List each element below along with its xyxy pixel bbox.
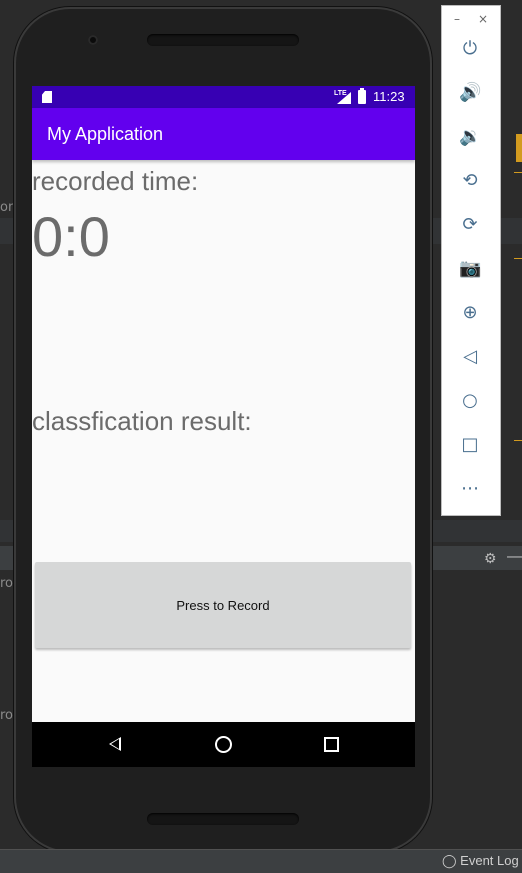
event-log-label: Event Log <box>460 853 519 868</box>
back-icon[interactable]: ◁ <box>459 346 481 368</box>
speaker-grille-bottom <box>147 813 299 825</box>
emulator-toolbar: – × ⏻ 🔊 🔉 ⟲ ⟳ 📷 ⊕ ◁ ○ □ ⋯ <box>441 5 501 516</box>
ide-clipped-text: ro <box>0 708 14 723</box>
volume-up-icon[interactable]: 🔊 <box>459 82 481 104</box>
sd-card-icon <box>42 91 52 103</box>
back-icon[interactable] <box>109 737 121 751</box>
minimize-button[interactable]: – <box>454 12 460 26</box>
speaker-grille-top <box>147 34 299 46</box>
home-icon[interactable]: ○ <box>459 390 481 412</box>
rotate-right-icon[interactable]: ⟳ <box>459 214 481 236</box>
status-bar: LTE 11:23 <box>32 86 415 108</box>
overview-icon[interactable] <box>324 737 339 752</box>
status-time: 11:23 <box>373 89 405 104</box>
app-bar: My Application <box>32 108 415 160</box>
navigation-bar <box>32 722 415 767</box>
device-screen: LTE 11:23 My Application recorded time: … <box>32 86 415 767</box>
zoom-icon[interactable]: ⊕ <box>459 302 481 324</box>
event-log-button[interactable]: ◯ Event Log <box>442 853 519 869</box>
battery-icon <box>358 88 366 104</box>
ide-marker <box>516 134 522 162</box>
home-icon[interactable] <box>215 736 232 753</box>
network-type: LTE <box>334 90 347 97</box>
volume-down-icon[interactable]: 🔉 <box>459 126 481 148</box>
app-title: My Application <box>47 124 164 144</box>
front-camera <box>88 35 98 45</box>
close-button[interactable]: × <box>478 12 488 26</box>
overview-icon[interactable]: □ <box>459 434 481 456</box>
recorded-time-label: recorded time: <box>32 166 199 196</box>
rotate-left-icon[interactable]: ⟲ <box>459 170 481 192</box>
ide-marker <box>514 440 522 441</box>
recorded-time-value: 0:0 <box>32 205 110 268</box>
classification-result-label: classfication result: <box>32 406 252 436</box>
ide-marker <box>514 172 522 173</box>
ide-marker <box>514 258 522 259</box>
camera-icon[interactable]: 📷 <box>459 258 481 280</box>
power-icon[interactable]: ⏻ <box>459 38 481 60</box>
gear-icon[interactable]: ⚙ <box>484 550 497 567</box>
ide-clipped-text: ro <box>0 576 14 591</box>
minimize-panel-icon[interactable]: — <box>507 548 522 566</box>
more-icon[interactable]: ⋯ <box>459 478 481 500</box>
record-button[interactable]: Press to Record <box>35 562 411 648</box>
